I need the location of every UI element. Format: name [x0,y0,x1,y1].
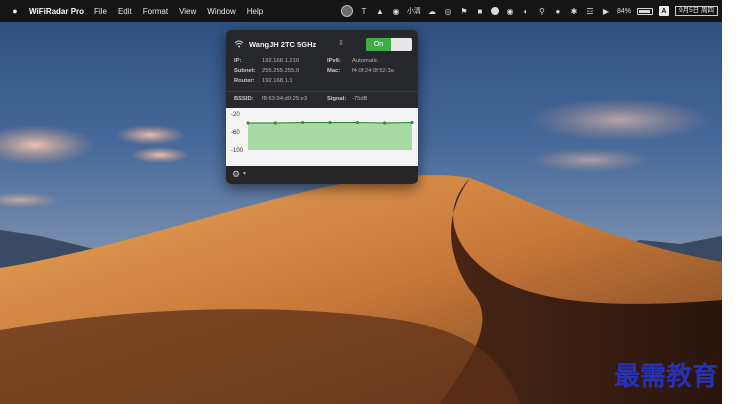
menu-edit[interactable]: Edit [118,7,132,16]
subnet-value: 255.255.255.0 [262,68,300,74]
gear-icon[interactable]: ⚙ [232,169,240,180]
wifiradar-status-icon[interactable] [340,5,353,17]
menu-bar: ● WiFiRadar Pro File Edit Format View Wi… [0,0,722,22]
menu-format[interactable]: Format [143,7,168,16]
y-tick-label: -100 [231,148,244,154]
record-icon[interactable] [490,7,499,15]
router-label: Router: [234,78,255,84]
flag-icon[interactable]: ⚑ [459,6,469,16]
mac-label: Mac: [327,68,341,74]
info-row-router: Router: 192.168.1.1 [234,78,414,87]
y-tick-label: -60 [231,130,240,136]
flame-icon[interactable]: ▲ [375,6,385,16]
text-tool-icon[interactable]: T [359,6,369,16]
input-source-icon[interactable]: A [658,6,669,16]
chat-icon[interactable]: ■ [475,6,485,16]
signal-point [273,121,277,125]
ipv6-label: IPv6: [327,58,341,64]
chevron-down-icon[interactable]: ▼ [242,171,247,177]
divider [226,91,418,92]
signal-chart-svg: -20 -60 -100 [231,112,414,154]
signal-value: -75dB [352,96,368,102]
router-value: 192.168.1.1 [262,78,293,84]
cloud-icon[interactable]: ☁ [427,6,437,16]
status-text-item[interactable]: 小清 [407,6,421,16]
network-select-chevron-icon[interactable]: ⇕ [338,39,344,47]
menu-help[interactable]: Help [247,7,263,16]
subnet-label: Subnet: [234,68,256,74]
signal-point [383,121,387,125]
date-clock[interactable]: 9月5日 周四 [674,6,718,16]
signal-point [355,120,359,125]
wifi-icon[interactable]: ☲ [585,6,595,16]
menu-view[interactable]: View [179,7,196,16]
ip-value: 192.168.1.210 [262,58,300,64]
desktop-screen: ● WiFiRadar Pro File Edit Format View Wi… [0,0,722,404]
network-header: WangJH 2TC 5GHz ⇕ On [226,36,418,54]
menu-file[interactable]: File [94,7,107,16]
status-menus: T ▲ ◉ 小清 ☁ ◎ ⚑ ■ ◉ ◐ ⚲ ● ✱ ☲ ▶ 84% A 9月5… [340,0,718,22]
battery-icon[interactable] [636,7,653,15]
apple-menu-icon[interactable]: ● [7,6,23,16]
signal-area [248,122,412,150]
mac-value: f4:0f:24:0f:52:3a [352,68,394,74]
bluetooth-icon[interactable]: ✱ [569,6,579,16]
search-icon[interactable]: ⚲ [537,6,547,16]
qq-icon[interactable]: ◎ [443,6,453,16]
info-row-bssid: BSSID: f8:63:94:d0:25:e3 Signal: -75dB [234,96,414,105]
target-icon[interactable]: ◉ [505,6,515,16]
signal-label: Signal: [327,96,347,102]
ipv6-value: Automatic [352,58,378,64]
wifi-toggle-label: On [366,38,391,51]
info-row-ip: IP: 192.168.1.210 IPv6: Automatic [234,58,414,67]
network-name[interactable]: WangJH 2TC 5GHz [249,40,316,49]
wifi-signal-icon [234,40,244,48]
ip-label: IP: [234,58,242,64]
wechat-icon[interactable]: ◉ [391,6,401,16]
wifi-toggle[interactable]: On [366,38,412,51]
info-row-subnet: Subnet: 255.255.255.0 Mac: f4:0f:24:0f:5… [234,68,414,77]
menu-window[interactable]: Window [207,7,235,16]
watermark-logo: 最需教育 [614,362,719,392]
app-menu-name[interactable]: WiFiRadar Pro [29,7,84,16]
battery-percent: 84% [616,7,631,15]
bssid-label: BSSID: [234,96,254,102]
siri-icon[interactable]: ● [553,6,563,16]
volume-icon[interactable]: ▶ [601,6,611,16]
popover-footer: ⚙ ▼ [226,166,418,184]
wifi-popover: WangJH 2TC 5GHz ⇕ On IP: 192.168.1.210 I… [226,30,418,184]
bssid-value: f8:63:94:d0:25:e3 [262,96,308,102]
signal-point [328,120,332,125]
signal-point [246,121,250,125]
compass-icon[interactable]: ◐ [521,6,531,16]
signal-point [301,120,305,125]
signal-point [410,120,414,125]
y-tick-label: -20 [231,112,240,118]
